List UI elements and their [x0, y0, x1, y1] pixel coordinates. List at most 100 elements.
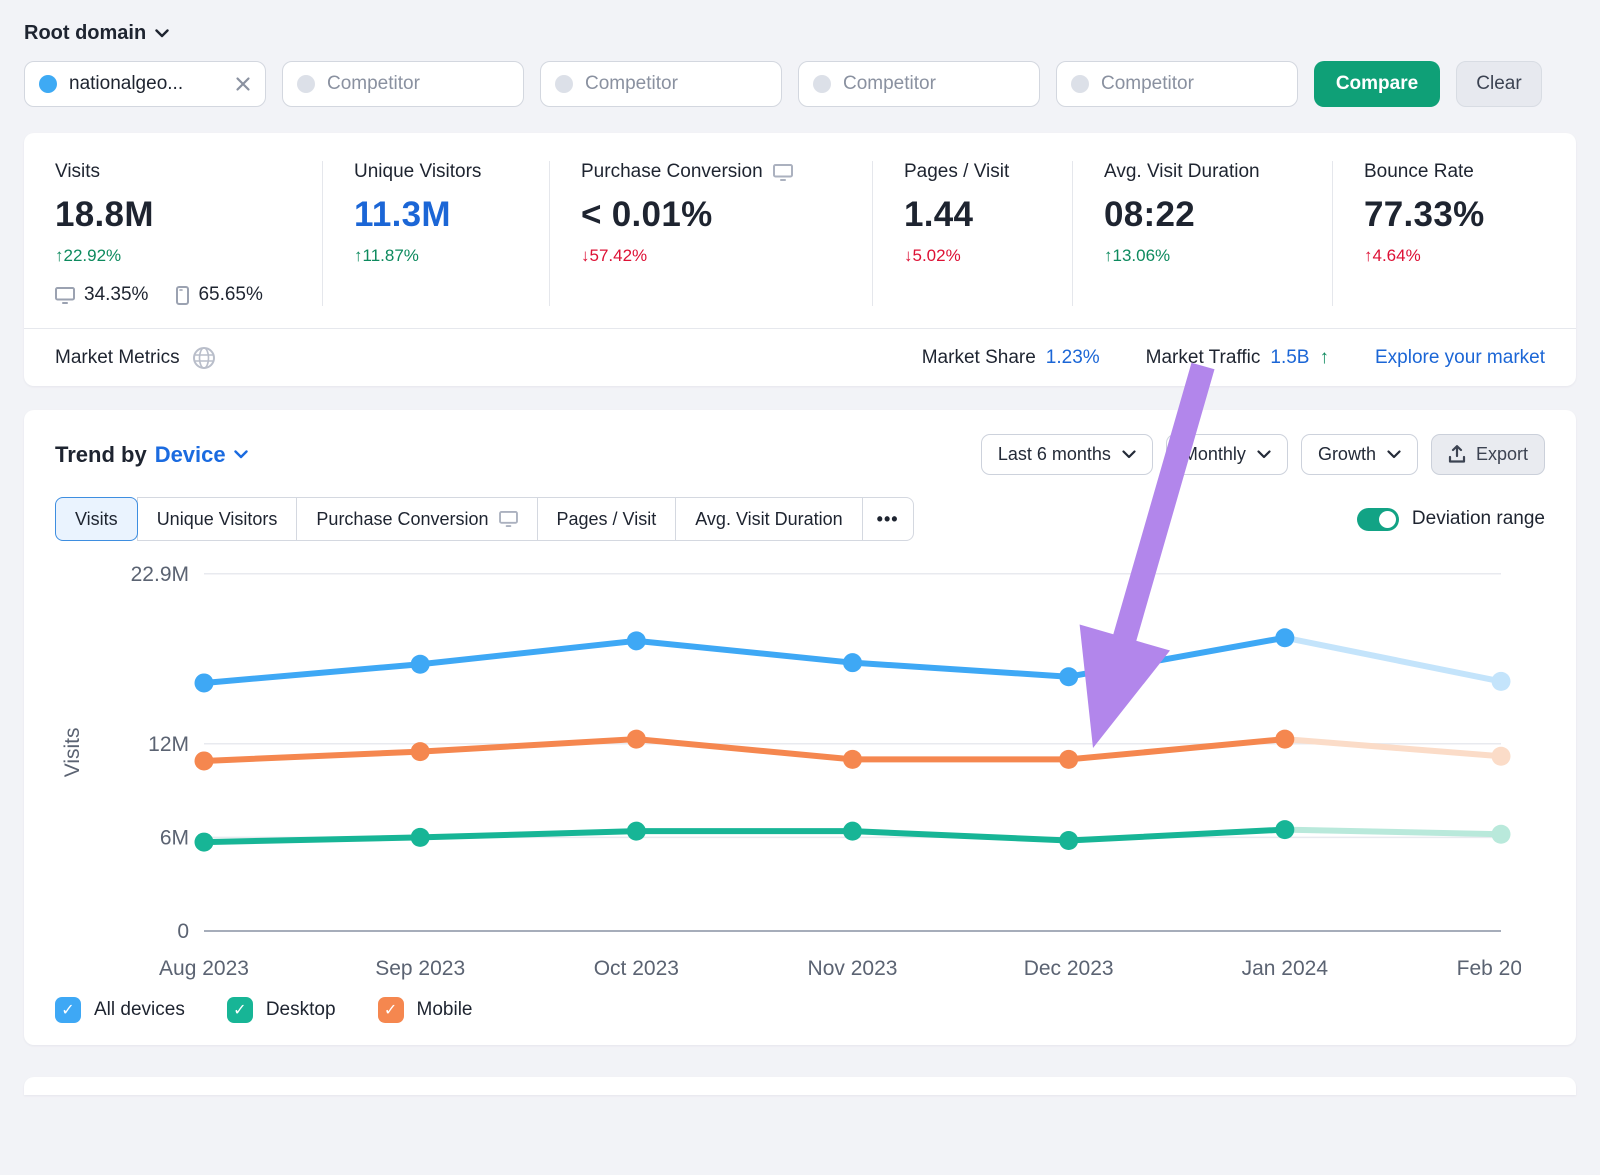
trend-device-dropdown[interactable]: Device — [155, 442, 248, 468]
competitor-input-1[interactable] — [282, 61, 524, 107]
date-range-dropdown[interactable]: Last 6 months — [981, 434, 1153, 475]
competitor-field[interactable] — [585, 73, 767, 95]
data-point-all-devices-sep-2023[interactable] — [411, 655, 430, 674]
data-point-all-devices-aug-2023[interactable] — [195, 673, 214, 692]
metric-delta: ↑4.64% — [1364, 246, 1564, 266]
x-tick-label: Aug 2023 — [159, 957, 249, 980]
competitor-field[interactable] — [327, 73, 509, 95]
competitor-input-3[interactable] — [798, 61, 1040, 107]
data-point-desktop-nov-2023[interactable] — [843, 822, 862, 841]
data-point-mobile-dec-2023[interactable] — [1059, 750, 1078, 769]
data-point-desktop-aug-2023[interactable] — [195, 833, 214, 852]
tab-more[interactable]: ••• — [862, 497, 914, 541]
checkbox-checked-icon[interactable]: ✓ — [55, 997, 81, 1023]
competitor-dot-icon — [813, 75, 831, 93]
tab-unique-visitors[interactable]: Unique Visitors — [137, 497, 298, 541]
metric-value: < 0.01% — [581, 195, 860, 235]
legend-desktop[interactable]: ✓ Desktop — [227, 997, 336, 1023]
data-point-all-devices-feb-2024[interactable] — [1492, 672, 1511, 691]
data-point-mobile-aug-2023[interactable] — [195, 751, 214, 770]
trend-line-projection-all-devices — [1285, 638, 1501, 682]
data-point-all-devices-jan-2024[interactable] — [1275, 628, 1294, 647]
data-point-mobile-oct-2023[interactable] — [627, 730, 646, 749]
mode-dropdown[interactable]: Growth — [1301, 434, 1418, 475]
tab-label: Purchase Conversion — [316, 509, 488, 530]
x-tick-label: Nov 2023 — [808, 957, 898, 980]
metric-delta: ↑11.87% — [354, 246, 537, 266]
traffic-analytics-page: Root domain nationalgeo... Compare Clear — [0, 0, 1600, 1175]
competitor-input-4[interactable] — [1056, 61, 1298, 107]
trend-line-all-devices — [204, 638, 1285, 683]
close-icon[interactable] — [235, 76, 251, 92]
trend-line-desktop — [204, 830, 1285, 842]
next-section-card-edge — [24, 1077, 1576, 1095]
data-point-desktop-sep-2023[interactable] — [411, 828, 430, 847]
metric-delta: ↓57.42% — [581, 246, 860, 266]
desktop-icon — [55, 287, 75, 304]
granularity-value: Monthly — [1183, 444, 1246, 465]
tab-pages-per-visit[interactable]: Pages / Visit — [537, 497, 677, 541]
metric-value: 08:22 — [1104, 195, 1320, 235]
visits-trend-chart[interactable]: 22.9M12M6M0Aug 2023Sep 2023Oct 2023Nov 2… — [39, 549, 1521, 991]
deviation-range-toggle[interactable] — [1357, 508, 1399, 531]
tab-avg-visit-duration[interactable]: Avg. Visit Duration — [675, 497, 862, 541]
legend-mobile[interactable]: ✓ Mobile — [378, 997, 473, 1023]
data-point-desktop-feb-2024[interactable] — [1492, 825, 1511, 844]
market-traffic-label: Market Traffic — [1146, 347, 1261, 369]
tab-purchase-conversion[interactable]: Purchase Conversion — [296, 497, 537, 541]
tab-visits[interactable]: Visits — [55, 497, 138, 541]
market-share-value[interactable]: 1.23% — [1046, 347, 1100, 369]
legend-label: Mobile — [417, 999, 473, 1021]
legend-all-devices[interactable]: ✓ All devices — [55, 997, 185, 1023]
competitor-field[interactable] — [1101, 73, 1283, 95]
metric-label: Pages / Visit — [904, 161, 1060, 183]
data-point-mobile-nov-2023[interactable] — [843, 750, 862, 769]
chart-legend: ✓ All devices ✓ Desktop ✓ Mobile — [24, 991, 1576, 1031]
competitor-dot-icon — [555, 75, 573, 93]
metric-label: Purchase Conversion — [581, 161, 763, 183]
trend-line-projection-desktop — [1285, 830, 1501, 835]
scope-selector-dropdown[interactable]: Root domain — [24, 22, 169, 45]
mode-value: Growth — [1318, 444, 1376, 465]
metric-tabs: Visits Unique Visitors Purchase Conversi… — [55, 497, 914, 541]
data-point-all-devices-dec-2023[interactable] — [1059, 667, 1078, 686]
toggle-knob — [1379, 511, 1396, 528]
globe-icon — [192, 346, 216, 370]
desktop-icon — [499, 511, 518, 527]
data-point-all-devices-oct-2023[interactable] — [627, 631, 646, 650]
export-label: Export — [1476, 444, 1528, 465]
chevron-down-icon — [1387, 450, 1401, 459]
data-point-mobile-feb-2024[interactable] — [1492, 747, 1511, 766]
data-point-all-devices-nov-2023[interactable] — [843, 653, 862, 672]
metric-delta: ↑22.92% — [55, 246, 310, 266]
granularity-dropdown[interactable]: Monthly — [1166, 434, 1288, 475]
competitor-input-2[interactable] — [540, 61, 782, 107]
data-point-desktop-jan-2024[interactable] — [1275, 820, 1294, 839]
x-tick-label: Oct 2023 — [594, 957, 679, 980]
metric-label: Avg. Visit Duration — [1104, 161, 1320, 183]
export-icon — [1448, 445, 1466, 464]
data-point-mobile-jan-2024[interactable] — [1275, 730, 1294, 749]
export-button[interactable]: Export — [1431, 434, 1545, 475]
data-point-desktop-oct-2023[interactable] — [627, 822, 646, 841]
checkbox-checked-icon[interactable]: ✓ — [227, 997, 253, 1023]
explore-market-link[interactable]: Explore your market — [1375, 347, 1545, 369]
y-axis-title: Visits — [61, 727, 84, 777]
trend-chart-area[interactable]: 22.9M12M6M0Aug 2023Sep 2023Oct 2023Nov 2… — [24, 549, 1576, 991]
date-range-value: Last 6 months — [998, 444, 1111, 465]
metric-delta: ↓5.02% — [904, 246, 1060, 266]
trend-line-mobile — [204, 739, 1285, 761]
data-point-mobile-sep-2023[interactable] — [411, 742, 430, 761]
compare-button[interactable]: Compare — [1314, 61, 1440, 107]
domain-chip[interactable]: nationalgeo... — [24, 61, 266, 107]
competitor-field[interactable] — [843, 73, 1025, 95]
clear-button[interactable]: Clear — [1456, 61, 1542, 107]
chevron-down-icon — [1122, 450, 1136, 459]
mobile-icon — [176, 286, 189, 305]
metric-value-link[interactable]: 11.3M — [354, 195, 537, 235]
market-traffic-value[interactable]: 1.5B — [1270, 347, 1309, 369]
checkbox-checked-icon[interactable]: ✓ — [378, 997, 404, 1023]
data-point-desktop-dec-2023[interactable] — [1059, 831, 1078, 850]
legend-label: Desktop — [266, 999, 336, 1021]
competitor-dot-icon — [297, 75, 315, 93]
